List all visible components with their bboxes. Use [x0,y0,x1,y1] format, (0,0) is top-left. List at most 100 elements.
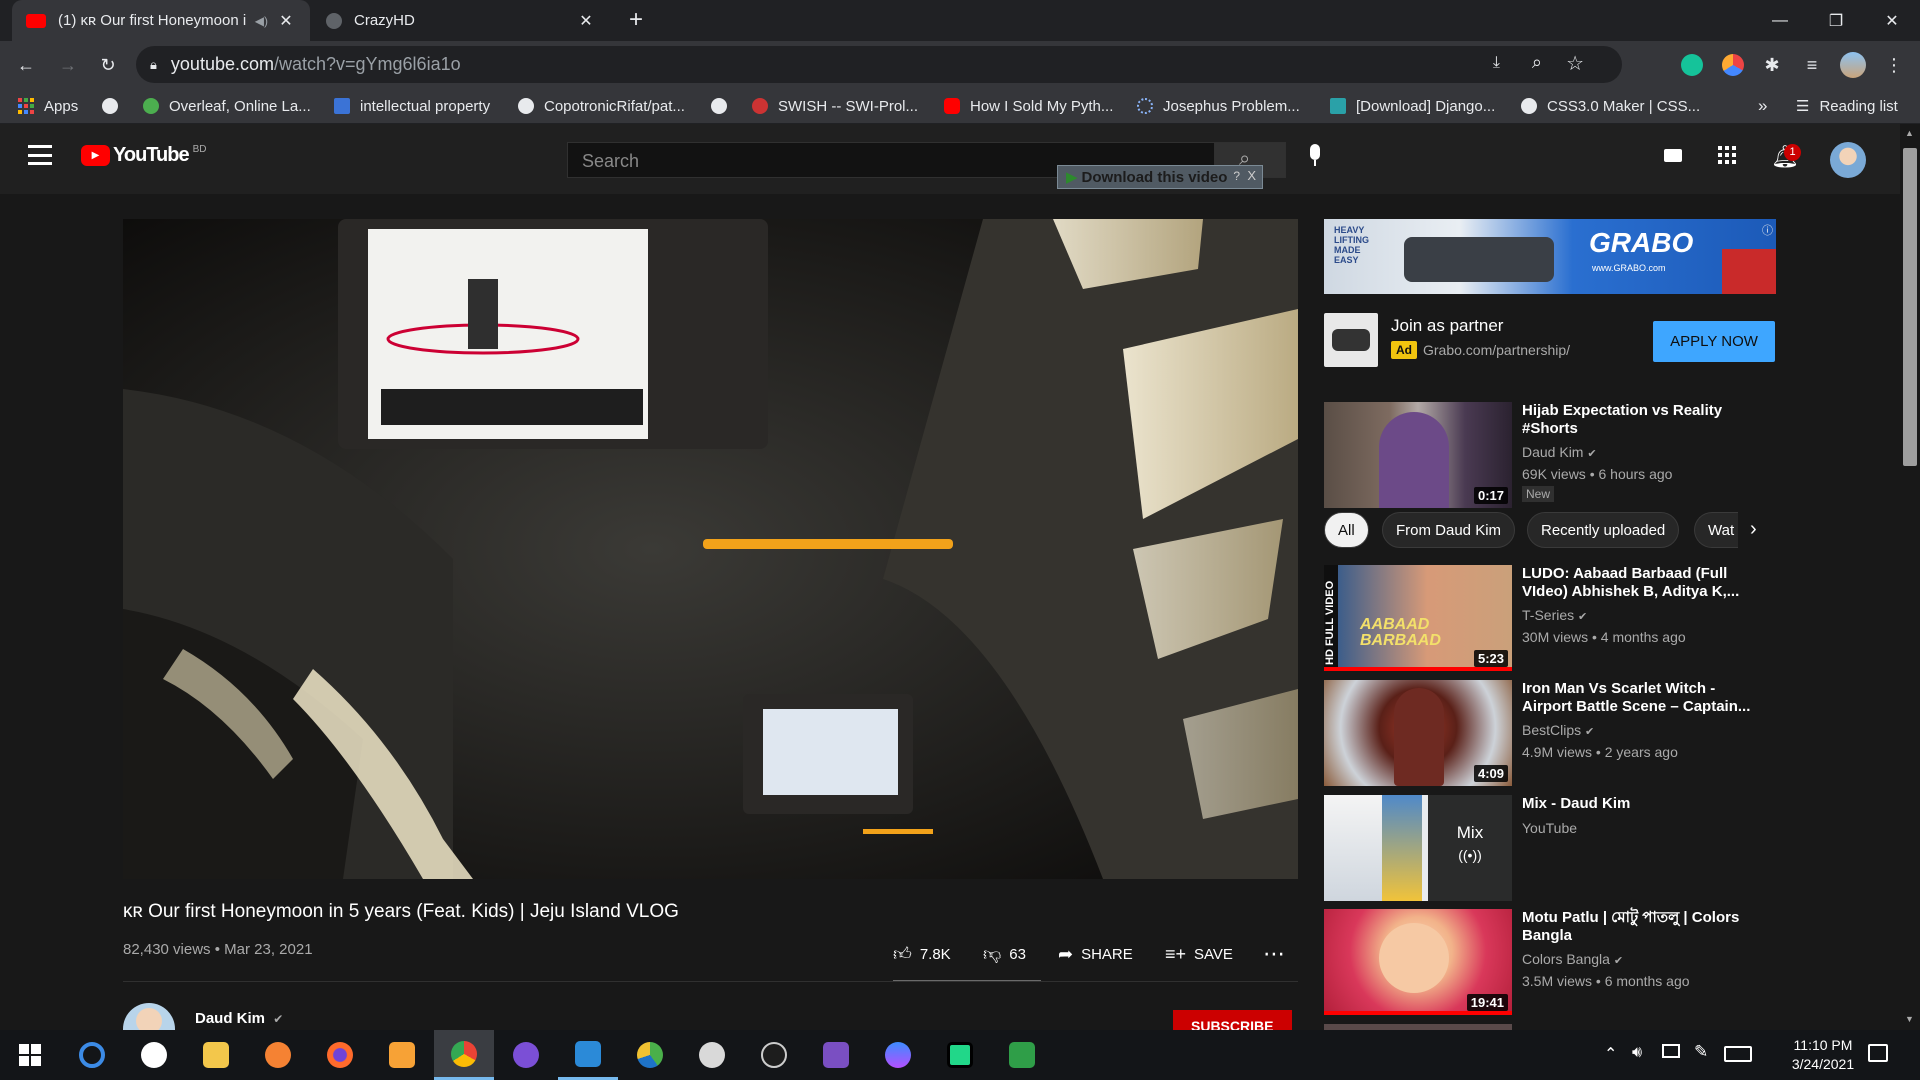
audio-playing-icon[interactable]: ◀) [255,14,268,28]
new-tab-button[interactable]: + [620,6,652,36]
apply-now-button[interactable]: APPLY NOW [1653,321,1775,362]
scroll-up-icon[interactable]: ▲ [1905,128,1914,138]
subscribe-button[interactable]: SUBSCRIBE [1173,1010,1292,1030]
rec-thumbnail[interactable]: 4:09 [1324,680,1512,786]
reading-list-button[interactable]: ☰ Reading list [1796,88,1898,124]
github-desktop-icon[interactable] [496,1030,556,1080]
rec-info[interactable]: Iron Man Vs Scarlet Witch - Airport Batt… [1522,680,1762,762]
chip-recently-uploaded[interactable]: Recently uploaded [1527,512,1680,548]
bookmark-css3[interactable]: CSS3.0 Maker | CSS... [1521,88,1700,124]
share-button[interactable]: ➦ SHARE [1058,940,1133,968]
rec-thumbnail[interactable]: Mix ((•)) [1324,795,1512,901]
rec-info[interactable]: Hijab Expectation vs Reality #Shorts Dau… [1522,402,1762,503]
windows-start-icon[interactable] [0,1030,60,1080]
tab-crazyhd[interactable]: CrazyHD ✕ [312,0,610,41]
scrollbar-thumb[interactable] [1903,148,1917,466]
ad-banner[interactable]: HEAVY LIFTING MADE EASY GRABO www.GRABO.com… [1324,219,1776,294]
chip-all[interactable]: All [1324,512,1369,548]
close-window-icon[interactable]: ✕ [1864,0,1920,41]
like-button[interactable]: 👍︎ 7.8K [893,940,951,968]
lock-icon[interactable]: 🔒︎ [150,57,157,73]
chrome-icon[interactable] [434,1030,494,1080]
rec-thumbnail[interactable]: HD FULL VIDEO AABAAD BARBAAD 5:23 [1324,565,1512,671]
download-video-button[interactable]: ▶ Download this video ? X [1057,165,1263,189]
dislike-button[interactable]: 👎︎ 63 [983,940,1026,968]
profile-avatar[interactable] [1840,52,1866,78]
bookmark-django[interactable]: [Download] Django... [1330,88,1495,124]
extension-icon[interactable] [1722,54,1744,76]
rec-info[interactable]: Mix - Daud Kim YouTube [1522,795,1762,838]
grammarly-extension-icon[interactable] [1681,54,1703,76]
restore-icon[interactable]: ❐ [1808,0,1864,41]
video-player[interactable] [123,219,1298,879]
paint-icon[interactable] [620,1030,680,1080]
hamburger-menu-icon[interactable] [28,145,52,165]
inkscape-icon[interactable] [744,1030,804,1080]
bookmark-star-icon[interactable]: ☆ [1566,51,1584,76]
network-app-icon[interactable] [682,1030,742,1080]
pen-icon[interactable]: ✎ [1694,1042,1708,1062]
network-icon[interactable] [1662,1044,1680,1058]
address-bar[interactable]: 🔒︎ youtube.com/watch?v=gYmg6l6ia1o ⤓ ⌕ ☆ [136,46,1622,83]
bookmark-swish[interactable]: SWISH -- SWI-Prol... [752,88,918,124]
chevron-right-icon[interactable]: › [1750,518,1757,541]
reload-icon[interactable]: ↻ [92,49,124,81]
channel-avatar[interactable] [123,1003,175,1033]
rec-info[interactable]: Motu Patlu | মোটু পাতলু | Colors Bangla … [1522,909,1762,991]
apps-icon[interactable] [1718,146,1736,164]
ad-title[interactable]: Join as partner [1391,316,1503,336]
bookmark-globe[interactable] [102,88,128,124]
visual-studio-icon[interactable] [806,1030,866,1080]
user-avatar[interactable] [1830,142,1866,178]
zoom-icon[interactable]: ⌕ [1532,52,1542,73]
help-icon[interactable]: ? [1233,169,1240,183]
create-video-icon[interactable] [1664,149,1682,162]
close-tab-icon[interactable]: ✕ [276,11,296,31]
media-app-icon[interactable] [372,1030,432,1080]
extensions-puzzle-icon[interactable]: ✱ [1756,49,1788,81]
bookmark-globe-2[interactable] [711,88,737,124]
media-control-icon[interactable]: ≡ [1796,49,1828,81]
install-app-icon[interactable]: ⤓ [1493,54,1500,72]
minimize-icon[interactable]: — [1752,0,1808,41]
bookmark-intellectual-property[interactable]: intellectual property [334,88,490,124]
ad-info-icon[interactable]: ⓘ [1762,222,1773,238]
bookmark-apps[interactable]: Apps [18,88,78,124]
brave-browser-icon[interactable] [248,1030,308,1080]
messenger-icon[interactable] [868,1030,928,1080]
chrome-menu-icon[interactable]: ⋮ [1878,49,1910,81]
back-icon[interactable]: ← [10,49,42,81]
bookmark-youtube[interactable]: How I Sold My Pyth... [944,88,1113,124]
page-scrollbar[interactable]: ▲ ▼ [1900,124,1920,1030]
scroll-down-icon[interactable]: ▼ [1905,1014,1914,1024]
rec-thumbnail[interactable]: 19:41 [1324,909,1512,1015]
pycharm-icon[interactable] [930,1030,990,1080]
whatsapp-icon[interactable] [124,1030,184,1080]
chip-from-daud-kim[interactable]: From Daud Kim [1382,512,1516,548]
firefox-icon[interactable] [310,1030,370,1080]
channel-name[interactable]: Daud Kim ✔ [195,1010,283,1027]
save-button[interactable]: ≡+ SAVE [1165,940,1233,968]
notification-center-icon[interactable] [1868,1044,1888,1062]
close-icon[interactable]: X [1247,168,1256,183]
launcher-app-icon[interactable] [62,1030,122,1080]
rec-thumbnail[interactable]: 0:17 [1324,402,1512,508]
ad-logo[interactable] [1324,313,1378,367]
excel-app-icon[interactable] [992,1030,1052,1080]
bookmark-josephus[interactable]: Josephus Problem... [1137,88,1300,124]
vscode-icon[interactable] [558,1030,618,1080]
voice-search-icon[interactable] [1303,144,1327,174]
bookmarks-overflow-button[interactable]: » [1758,88,1767,124]
chip-watched[interactable]: Wat [1694,512,1738,548]
file-explorer-icon[interactable] [186,1030,246,1080]
bookmark-overleaf[interactable]: Overleaf, Online La... [143,88,311,124]
system-clock[interactable]: 11:10 PM 3/24/2021 [1768,1036,1878,1074]
tab-youtube[interactable]: (1) ĸʀ Our first Honeymoon i ◀) ✕ [12,0,310,41]
rec-info[interactable]: LUDO: Aabaad Barbaad (Full VIdeo) Abhish… [1522,565,1762,647]
youtube-logo[interactable]: ▶ YouTube BD [81,144,206,167]
close-tab-icon[interactable]: ✕ [576,11,596,31]
keyboard-icon[interactable] [1724,1046,1752,1062]
forward-icon[interactable]: → [52,49,84,81]
bookmark-github[interactable]: CopotronicRifat/pat... [518,88,685,124]
more-actions-icon[interactable]: ⋯ [1263,940,1285,968]
